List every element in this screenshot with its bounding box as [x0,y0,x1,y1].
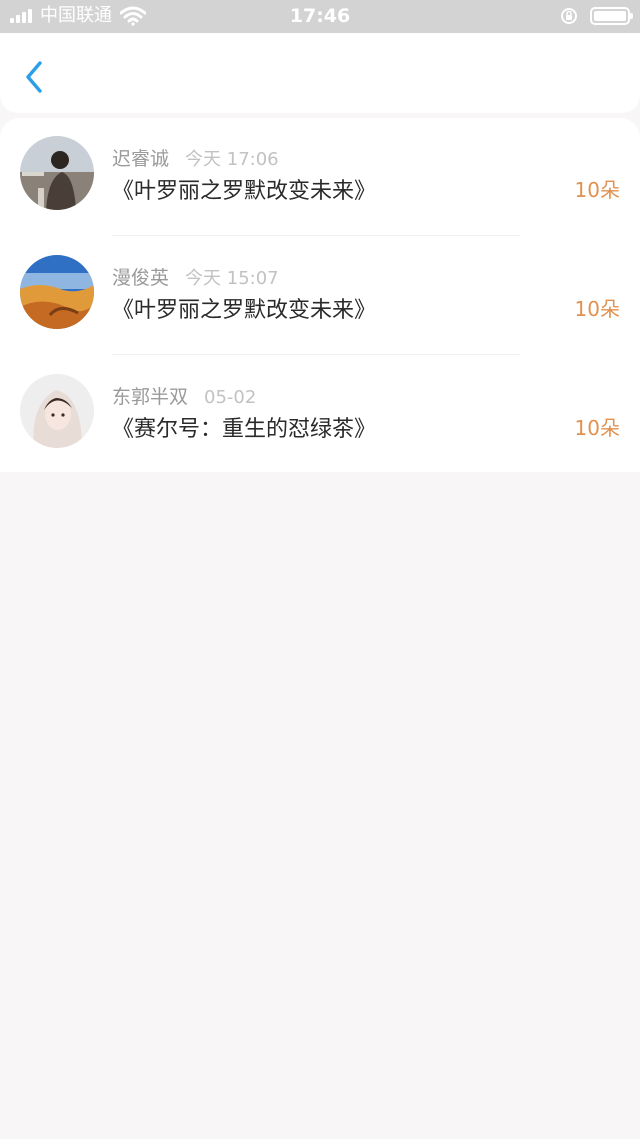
battery-icon [590,7,633,25]
sender-name: 迟睿诚 [112,148,170,170]
send-time: 05-02 [204,387,257,408]
send-time: 今天 17:06 [185,149,279,170]
avatar[interactable] [20,374,94,448]
item-meta: 迟睿诚 今天 17:06 [112,144,279,170]
item-meta: 东郭半双 05-02 [112,382,257,408]
book-title: 《赛尔号：重生的怼绿茶》 [112,417,377,442]
divider [112,235,520,236]
gift-list: 迟睿诚 今天 17:06 《叶罗丽之罗默改变未来》 10朵 漫俊英 今天 15:07… [0,118,640,472]
avatar[interactable] [20,255,94,329]
flower-count: 10朵 [574,297,620,321]
list-item[interactable]: 东郭半双 05-02 《赛尔号：重生的怼绿茶》 10朵 [0,356,640,474]
back-button[interactable] [16,55,56,99]
battery-level [594,11,626,21]
flower-count: 10朵 [574,416,620,440]
divider [112,354,520,355]
send-time: 今天 15:07 [185,268,279,289]
list-item[interactable]: 迟睿诚 今天 17:06 《叶罗丽之罗默改变未来》 10朵 [0,118,640,236]
sender-name: 东郭半双 [112,386,189,408]
header-bar [0,33,640,113]
chevron-left-icon [26,61,42,93]
item-meta: 漫俊英 今天 15:07 [112,263,279,289]
list-item[interactable]: 漫俊英 今天 15:07 《叶罗丽之罗默改变未来》 10朵 [0,237,640,355]
sender-name: 漫俊英 [112,267,170,289]
status-bar: 中国联通 17:46 [0,0,640,33]
orientation-lock-icon [561,8,577,24]
status-time: 17:46 [289,5,351,27]
flower-count: 10朵 [574,178,620,202]
status-right [560,6,633,26]
book-title: 《叶罗丽之罗默改变未来》 [112,298,377,323]
book-title: 《叶罗丽之罗默改变未来》 [112,179,377,204]
avatar[interactable] [20,136,94,210]
